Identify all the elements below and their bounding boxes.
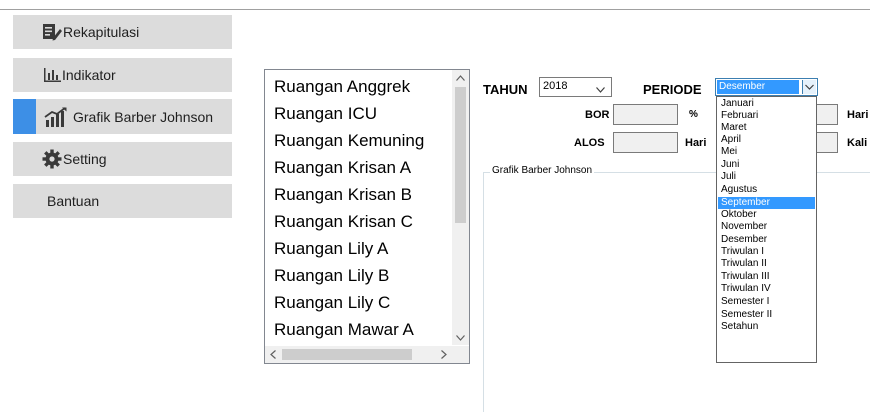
chevron-down-icon [805,84,814,90]
sidebar-item-label: Setting [63,151,107,167]
gear-icon [41,149,63,169]
periode-option[interactable]: Triwulan II [718,258,815,270]
list-item[interactable]: Ruangan Lily C [274,293,390,313]
top-divider [0,9,870,10]
periode-label: PERIODE [643,82,702,97]
periode-option[interactable]: Mei [718,146,815,158]
periode-option[interactable]: Triwulan III [718,271,815,283]
periode-option[interactable]: November [718,221,815,233]
bto-field [816,132,838,153]
periode-option[interactable]: Juni [718,159,815,171]
periode-option[interactable]: Agustus [718,184,815,196]
sidebar-item-grafik-barber-johnson[interactable]: Grafik Barber Johnson [13,99,232,134]
periode-option[interactable]: Februari [718,110,815,122]
scroll-up-icon[interactable] [456,74,465,83]
periode-option[interactable]: Triwulan IV [718,283,815,295]
edit-document-icon [41,23,63,41]
list-item[interactable]: Ruangan Lily A [274,239,388,259]
periode-dropdown-list[interactable]: Januari Februari Maret April Mei Juni Ju… [716,96,817,363]
horizontal-scroll-thumb[interactable] [282,349,412,360]
sidebar-item-rekapitulasi[interactable]: Rekapitulasi [13,15,232,49]
list-item[interactable]: Ruangan Krisan B [274,185,412,205]
sidebar-item-label: Grafik Barber Johnson [73,108,214,125]
periode-option[interactable]: Maret [718,122,815,134]
alos-unit: Hari [685,137,707,149]
list-item[interactable]: Ruangan Anggrek [274,77,410,97]
toi-field [816,104,838,125]
list-item[interactable]: Ruangan Krisan C [274,212,413,232]
list-item[interactable]: Ruangan Mawar A [274,320,414,340]
periode-option[interactable]: Januari [718,98,815,110]
chart-group-title: Grafik Barber Johnson [490,165,595,176]
sidebar-item-label: Rekapitulasi [63,24,140,40]
horizontal-scrollbar[interactable] [265,346,452,363]
alos-field [613,132,678,153]
vertical-scroll-thumb[interactable] [455,87,466,223]
sidebar-item-label: Bantuan [47,193,100,209]
list-item[interactable]: Ruangan Krisan A [274,158,411,178]
periode-option[interactable]: April [718,134,815,146]
periode-select[interactable]: Desember [715,78,818,96]
periode-option[interactable]: Juli [718,171,815,183]
sidebar-item-label: Indikator [62,67,116,83]
periode-option[interactable]: Desember [718,234,815,246]
tahun-value: 2018 [543,80,568,92]
list-item[interactable]: Ruangan ICU [274,104,377,124]
periode-option[interactable]: Semester I [718,296,815,308]
sidebar-item-setting[interactable]: Setting [13,142,232,176]
bto-unit: Kali [847,137,868,149]
bor-label: BOR [585,109,610,121]
scroll-down-icon[interactable] [456,334,465,343]
toi-unit: Hari [847,109,869,121]
active-indicator [13,99,36,134]
periode-value: Desember [717,80,799,94]
chevron-down-icon [596,84,605,96]
tahun-select[interactable]: 2018 [539,77,612,97]
bor-unit: % [689,109,698,120]
room-listbox[interactable]: Ruangan Anggrek Ruangan ICU Ruangan Kemu… [264,69,470,364]
scroll-left-icon[interactable] [270,350,276,361]
periode-dropdown-button[interactable] [802,80,816,94]
periode-option-highlighted[interactable]: September [718,197,815,209]
sidebar-item-indikator[interactable]: Indikator [13,58,232,92]
periode-option[interactable]: Oktober [718,209,815,221]
list-item[interactable]: Ruangan Lily B [274,266,389,286]
scroll-right-icon[interactable] [441,350,447,361]
alos-label: ALOS [574,137,605,149]
bor-field [613,104,678,125]
growth-chart-icon [43,106,69,127]
tahun-label: TAHUN [483,82,528,97]
sidebar-item-bantuan[interactable]: Bantuan [13,184,232,218]
periode-option[interactable]: Setahun [718,321,815,333]
vertical-scrollbar[interactable] [452,70,469,345]
periode-option[interactable]: Triwulan I [718,246,815,258]
list-item[interactable]: Ruangan Kemuning [274,131,424,151]
bar-chart-icon [42,68,62,82]
periode-option[interactable]: Semester II [718,309,815,321]
scroll-corner [452,346,469,363]
